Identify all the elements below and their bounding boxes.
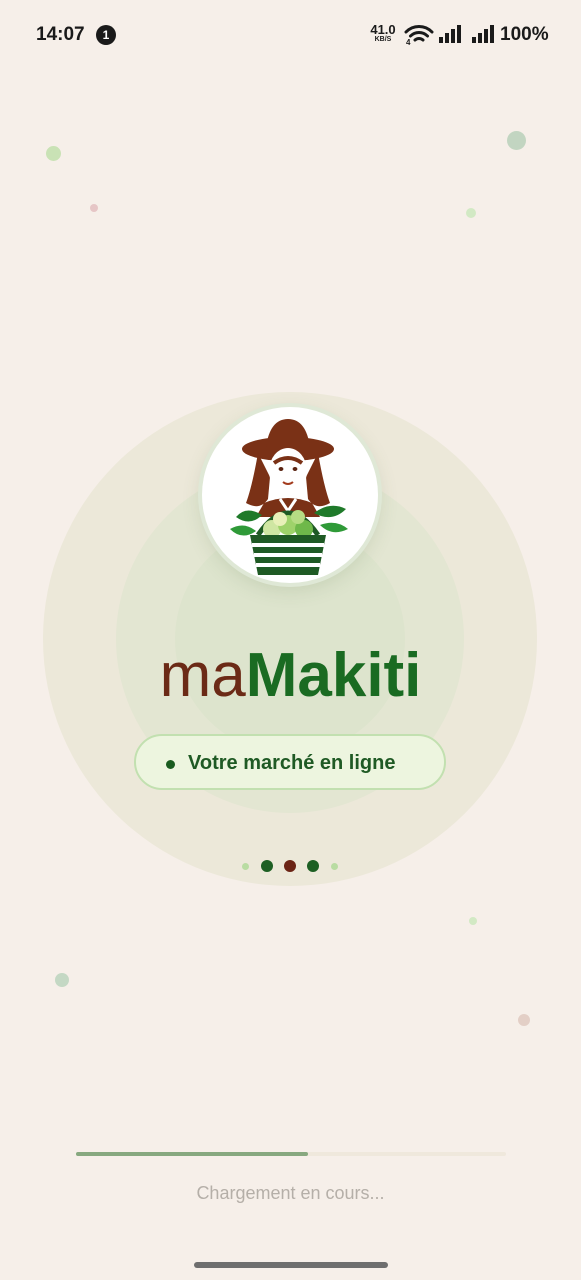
tagline-text: Votre marché en ligne: [188, 752, 396, 774]
network-speed-value: 41.0: [370, 22, 396, 37]
decor-dot: [90, 204, 98, 212]
loading-progress-fill: [76, 1152, 309, 1156]
tagline-bullet: [166, 760, 175, 769]
farmer-woman-basket-icon: [230, 419, 348, 575]
decor-dot: [466, 208, 476, 218]
battery-level: 100%: [500, 24, 549, 45]
home-indicator[interactable]: [194, 1262, 388, 1268]
loading-progress-bar: [76, 1152, 506, 1156]
signal-icon-2: [472, 25, 494, 43]
app-logo: [202, 407, 378, 583]
decor-dot: [469, 917, 477, 925]
signal-icon: [439, 25, 461, 43]
status-time: 14:07: [36, 24, 85, 45]
brand-wordmark: maMakiti: [0, 640, 581, 712]
decor-dot: [46, 146, 61, 161]
notification-badge: 1: [96, 25, 116, 45]
loading-text: Chargement en cours...: [196, 1183, 385, 1203]
wifi-icon: 4: [404, 25, 434, 46]
network-speed-unit: KB/S: [374, 36, 392, 43]
network-speed: 41.0 KB/S: [368, 23, 398, 43]
status-bar: 14:07 1 41.0 KB/S 4 100%: [0, 0, 581, 70]
brand-name: Makiti: [245, 641, 422, 710]
wifi-label: 4: [406, 38, 411, 46]
decor-dot: [55, 973, 69, 987]
brand-prefix: ma: [159, 641, 246, 710]
loading-dot: [242, 863, 249, 870]
loading-dot-active: [307, 860, 319, 872]
decor-dot: [518, 1014, 530, 1026]
tagline-pill: Votre marché en ligne: [134, 734, 446, 790]
loading-dot-active: [284, 860, 296, 872]
loading-dot: [331, 863, 338, 870]
decor-dot: [507, 131, 526, 150]
loading-dot-active: [261, 860, 273, 872]
